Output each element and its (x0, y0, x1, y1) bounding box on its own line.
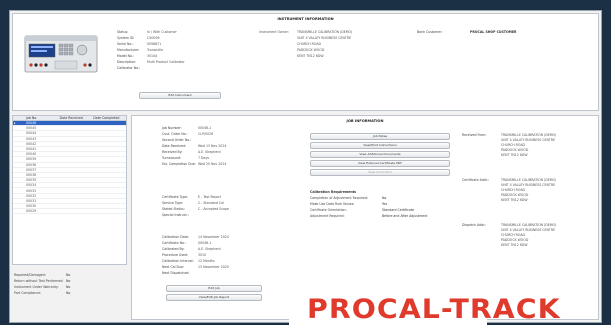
external-certificate-button[interactable]: View External Certificate PDF (310, 160, 450, 167)
instrument-field: Model No.: 3010A (117, 53, 158, 58)
print-instructions-button[interactable]: View/Print Instructions (310, 142, 450, 149)
job-field: Stated Status: C - Accepted Scope (162, 206, 229, 211)
job-field: Certificate No.: 00046-1 (162, 240, 212, 245)
instrument-field: Manufacturer: Transmille (117, 47, 164, 52)
job-report-button[interactable]: View/Edit Job Report (166, 294, 262, 301)
job-field: Cust. Order No.: CLP/0026 (162, 131, 214, 136)
address-line: KENT TN12 6DW (501, 243, 528, 247)
requirement-row: Make Use Data Rule Values: Yes (310, 201, 388, 206)
job-flags: Repaired/Damaged: No Return without Test … (14, 272, 71, 295)
requirement-row: Completion of Adjustment Required: No (310, 195, 387, 200)
job-field: Calibrated By: A.E. Shepherd (162, 246, 221, 251)
job-field: Certificate Type: E - Test Report (162, 194, 222, 199)
job-list-row[interactable]: 00029 (13, 209, 126, 215)
owner-line: CHURCH ROAD (297, 42, 321, 46)
address-line: PADDOCK WOOD (501, 238, 529, 242)
job-info-title: JOB INFORMATION (346, 119, 384, 123)
job-field: Second Order No.: (162, 137, 192, 142)
flag-row: Instrument Under Warranty: No (14, 284, 71, 289)
column-header[interactable]: Date Received (59, 116, 93, 120)
address-line: UNIT 4 VALLEY BUSINESS CENTRE (501, 183, 556, 187)
job-field: Calibration Interval: 12 Months (162, 258, 215, 263)
job-field: Received By: A.E. Shepherd (162, 149, 221, 154)
address-line: TRANSMILLE CALIBRATION (DEMO) (501, 133, 557, 137)
bank-customer-label: Bank Customer: (417, 30, 443, 34)
job-field: Procedure Used: 3010 (162, 252, 207, 257)
procal-window: INSTRUMENT INFORMATION Status:In / With (9, 10, 602, 323)
instrument-photo (19, 24, 103, 79)
owner-line: UNIT 4 VALLEY BUSINESS CENTRE (297, 36, 352, 40)
requirements-title: Calibration Requirements (310, 190, 357, 194)
calibration-fields: Calibration Date: 14 November 2024 Certif… (162, 235, 229, 275)
address-line: CHURCH ROAD (501, 188, 525, 192)
edit-job-button[interactable]: Edit Job (166, 285, 262, 292)
instrument-field: Serial No.: 0098871 (117, 41, 162, 46)
address-line: TRANSMILLE CALIBRATION (DEMO) (501, 223, 557, 227)
bank-customer-value: PROCAL SHOP CUSTOMER (470, 30, 517, 34)
instrument-field: Status: In / With Customer (117, 29, 177, 34)
procal-track-logo: PROCAL-TRACK (307, 294, 561, 325)
dispatch-address-label: Dispatch Addr.: (462, 223, 487, 227)
owner-line: PADDOCK WOOD (297, 48, 325, 52)
job-service-fields: Certificate Type: E - Test Report Service… (162, 195, 229, 217)
job-field: Service Type: C - Standard Cal (162, 200, 224, 205)
instrument-field: System ID: CX0099 (117, 35, 160, 40)
received-from-label: Received From: (462, 133, 487, 137)
job-field: Next Cal Due: 13 November 2025 (162, 264, 229, 269)
owner-line: TRANSMILLE CALIBRATION (DEMO) (297, 30, 353, 34)
flag-row: Repaired/Damaged: No (14, 272, 71, 277)
instrument-info-title: INSTRUMENT INFORMATION (277, 17, 334, 21)
job-list[interactable]: Job No. Date Received Date Completed ▸ 00… (12, 115, 127, 265)
view-correction-button[interactable]: View Correction (310, 169, 450, 176)
address-line: UNIT 4 VALLEY BUSINESS CENTRE (501, 138, 556, 142)
job-field: Calibration Date: 14 November 2024 (162, 234, 229, 239)
address-line: CHURCH ROAD (501, 143, 525, 147)
certificate-address-label: Certificate Addr.: (462, 178, 489, 182)
column-header[interactable]: Date Completed (92, 116, 126, 120)
flag-row: Part Compliance: No (14, 290, 71, 295)
job-field: Job Number: 00046-1 (162, 125, 212, 130)
column-header[interactable] (13, 116, 25, 120)
edit-instrument-button[interactable]: Edit Instrument (139, 92, 221, 99)
address-line: UNIT 4 VALLEY BUSINESS CENTRE (501, 228, 556, 232)
address-line: CHURCH ROAD (501, 233, 525, 237)
job-notes-button[interactable]: Job Notes (310, 133, 450, 140)
instrument-field: Description: Multi Product Calibrator (117, 59, 185, 64)
address-line: TRANSMILLE CALIBRATION (DEMO) (501, 178, 557, 182)
requirement-row: Certificate Orientation: Standard Certifi… (310, 207, 415, 212)
job-field: Est. Completion Due: Wed 20 Nov 2024 (162, 161, 227, 166)
requirement-row: Adjustment Required: Before and After Adj… (310, 213, 428, 218)
address-line: PADDOCK WOOD (501, 148, 529, 152)
address-line: PADDOCK WOOD (501, 193, 529, 197)
address-line: KENT TN12 6DW (501, 153, 528, 157)
job-field: Date Received: Wed 13 Nov 2024 (162, 143, 227, 148)
flag-row: Return without Test Performed: No (14, 278, 71, 283)
instrument-owner-label: Instrument Owner: (259, 30, 289, 34)
instrument-fields: Status: In / With Customer System ID: CX00… (117, 30, 185, 70)
job-field: Turnaround: 7 Days (162, 155, 209, 160)
calibration-requirements: Calibration Requirements Completion of A… (310, 190, 427, 218)
instrument-info-panel: INSTRUMENT INFORMATION Status:In / With (12, 13, 599, 111)
job-field: Next Dispatched: (162, 270, 190, 275)
job-field: Special Instruct.: (162, 212, 189, 217)
address-line: KENT TN12 6DW (501, 198, 528, 202)
column-header[interactable]: Job No. (25, 116, 59, 120)
additional-documents-button[interactable]: View Additional Documents (310, 151, 450, 158)
instrument-field: Calibrator No.: (117, 65, 141, 70)
job-fields: Job Number: 00046-1 Cust. Order No.: CLP/0… (162, 126, 226, 166)
owner-line: KENT TN12 6DW (297, 54, 324, 58)
